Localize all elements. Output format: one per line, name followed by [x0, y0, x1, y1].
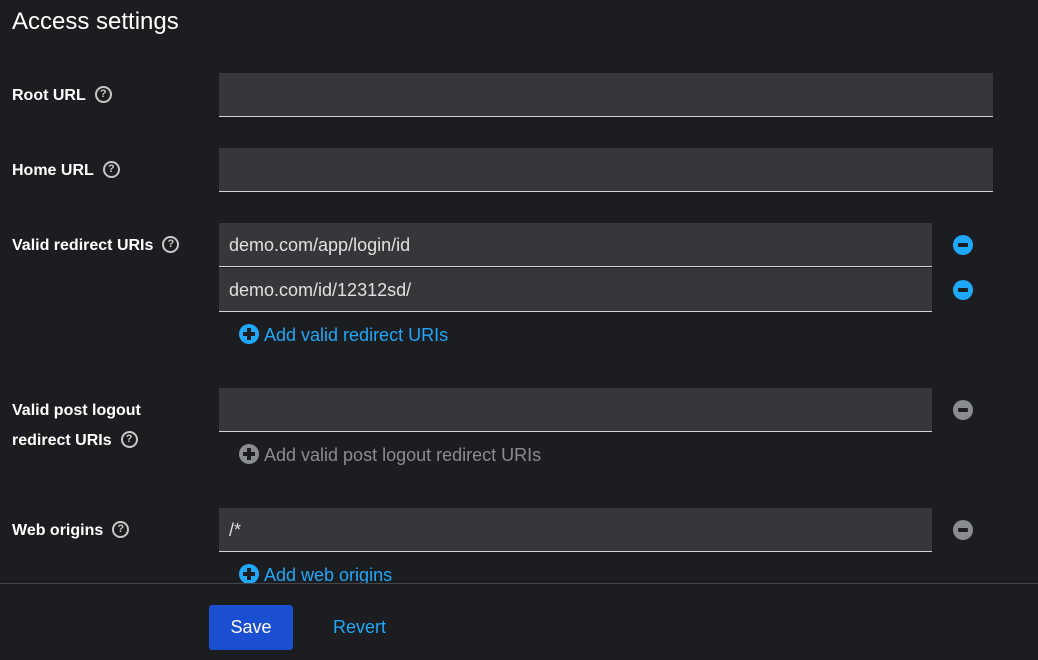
add-redirect-uri-label: Add valid redirect URIs	[264, 325, 449, 345]
redirect-uri-input[interactable]: demo.com/app/login/id	[219, 223, 932, 267]
root-url-label: Root URL?	[12, 81, 112, 111]
help-icon[interactable]: ?	[162, 236, 180, 254]
web-origins-label-text: Web origins	[12, 522, 104, 539]
add-post-logout-redirect-button[interactable]: Add valid post logout redirect URIs	[239, 443, 541, 467]
section-title: Access settings	[12, 8, 179, 35]
home-url-input[interactable]	[219, 148, 993, 192]
web-origins-label: Web origins?	[12, 516, 130, 546]
post-logout-label-line2: redirect URIs	[12, 432, 112, 449]
valid-redirect-uris-label-text: Valid redirect URIs	[12, 237, 154, 254]
redirect-uri-input[interactable]: demo.com/id/12312sd/	[219, 268, 932, 312]
plus-circle-icon	[239, 564, 259, 583]
home-url-label: Home URL?	[12, 156, 120, 186]
root-url-input[interactable]	[219, 73, 993, 117]
form-footer: Save Revert	[0, 583, 1038, 660]
valid-redirect-uris-label: Valid redirect URIs?	[12, 231, 180, 261]
remove-circle-icon[interactable]	[953, 400, 973, 420]
help-icon[interactable]: ?	[102, 161, 120, 179]
plus-circle-icon	[239, 444, 259, 465]
plus-circle-icon	[239, 324, 259, 345]
remove-circle-icon[interactable]	[953, 280, 973, 300]
home-url-label-text: Home URL	[12, 162, 94, 179]
root-url-label-text: Root URL	[12, 87, 86, 104]
add-redirect-uri-button[interactable]: Add valid redirect URIs	[239, 323, 448, 347]
remove-circle-icon[interactable]	[953, 235, 973, 255]
post-logout-redirect-input[interactable]	[219, 388, 932, 432]
save-button[interactable]: Save	[209, 605, 293, 650]
web-origin-input[interactable]: /*	[219, 508, 932, 552]
revert-button[interactable]: Revert	[333, 617, 386, 638]
post-logout-label-line1: Valid post logout	[12, 402, 141, 419]
help-icon[interactable]: ?	[94, 86, 112, 104]
form-scroll-area: Access settings Root URL? Home URL? Vali…	[0, 0, 1038, 583]
help-icon[interactable]: ?	[120, 431, 138, 449]
help-icon[interactable]: ?	[112, 521, 130, 539]
post-logout-redirect-label: Valid post logout redirect URIs?	[12, 396, 141, 456]
add-web-origin-label: Add web origins	[264, 565, 393, 583]
add-web-origin-button[interactable]: Add web origins	[239, 563, 392, 583]
add-post-logout-label: Add valid post logout redirect URIs	[264, 445, 542, 465]
remove-circle-icon[interactable]	[953, 520, 973, 540]
